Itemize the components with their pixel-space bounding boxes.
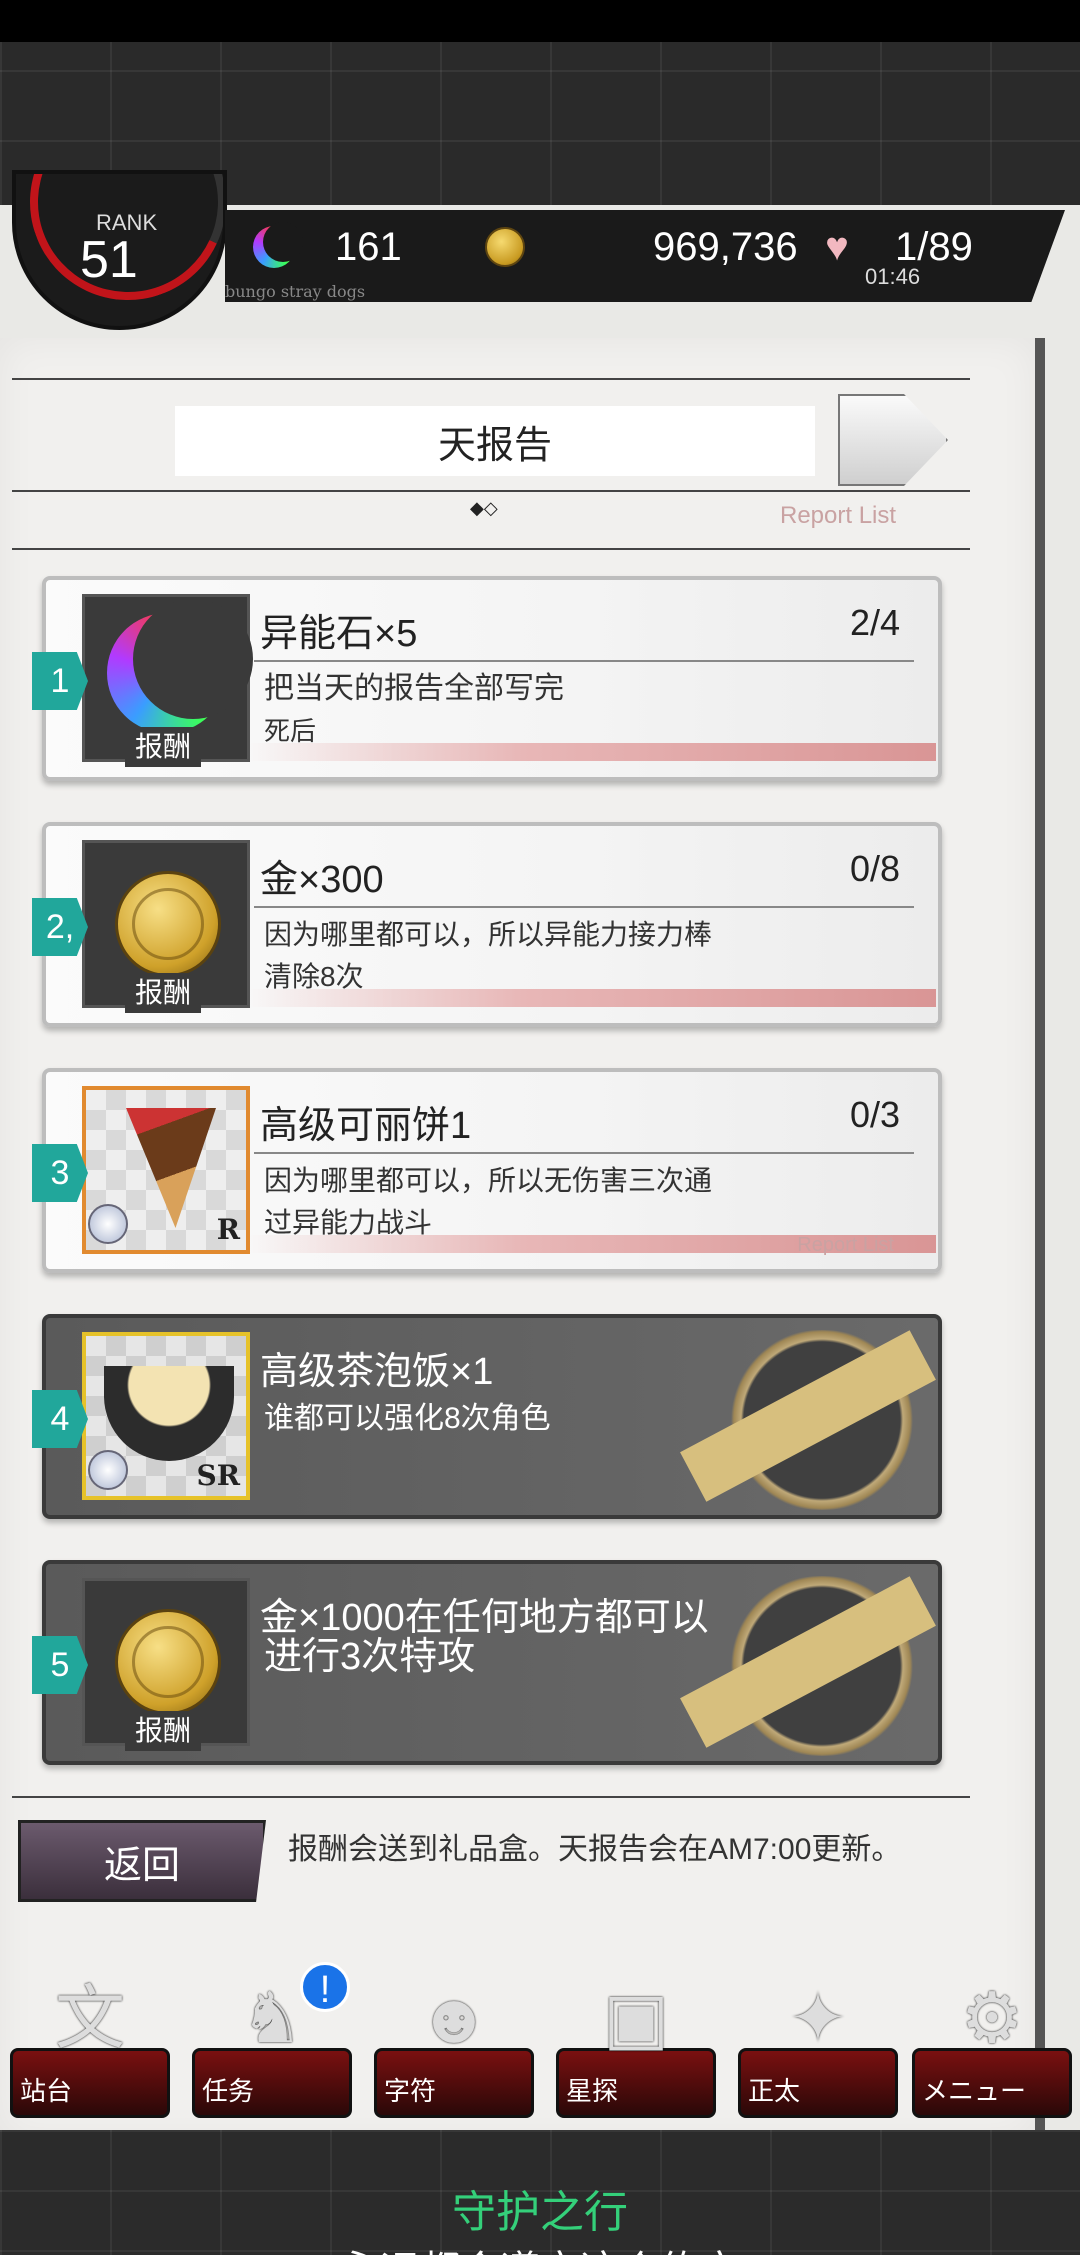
banner-line-2: 永远都会遵守这个约定 [0, 2238, 1080, 2255]
divider [12, 548, 970, 550]
station-icon: 文 [55, 1979, 125, 2057]
ability-stone-icon [253, 222, 303, 268]
rank-value: 51 [80, 231, 138, 289]
gear-icon: ⚙ [960, 1979, 1024, 2057]
nav-label: 正太 [748, 2076, 801, 2106]
mission-progress: 2/4 [849, 602, 900, 643]
gem-icon [88, 1450, 128, 1490]
rainbow-moon-icon [107, 599, 253, 733]
nav-label: 星探 [566, 2076, 619, 2106]
reward-label: 报酬 [125, 973, 201, 1013]
ability-stone-counter[interactable]: 161 [253, 222, 402, 272]
heart-icon: ♥ [825, 225, 849, 269]
mission-number: 1 [32, 652, 88, 710]
mission-desc: 因为哪里都可以，所以异能力接力棒 清除8次 [264, 914, 824, 998]
bottom-banner: 守护之行 永远都会遵守这个约定 [0, 2130, 1080, 2255]
nav-missions[interactable]: ♞ ! 任务 [192, 1962, 352, 2118]
mission-card-2[interactable]: 报酬 2, 金×300 0/8 因为哪里都可以，所以异能力接力棒 清除8次 [32, 822, 942, 1027]
nav-station[interactable]: 文 站台 [10, 1968, 170, 2118]
reward-label: 报酬 [125, 727, 201, 767]
gem-icon [88, 1204, 128, 1244]
nav-shop[interactable]: ✦ 正太 [738, 1968, 898, 2118]
stamina-timer: 01:46 [865, 264, 921, 289]
divider [254, 1152, 914, 1154]
nav-label: 字符 [384, 2076, 437, 2106]
stamina-value: 1/89 [895, 224, 973, 269]
reward-note: 报酬会送到礼品盒。天报告会在AM7:00更新。 [288, 1833, 902, 1866]
mission-title: 金×300 [260, 859, 384, 901]
mission-title: 异能石×5 [260, 613, 418, 655]
mission-number: 5 [32, 1636, 88, 1694]
divider [254, 660, 914, 662]
mission-title: 高级茶泡饭×1 [260, 1351, 494, 1393]
divider [12, 378, 970, 380]
mission-desc: 谁都可以强化8次角色 [264, 1398, 824, 1440]
gold-counter[interactable]: 969,736 [485, 222, 798, 272]
gold-value: 969,736 [653, 224, 798, 269]
next-page-arrow-icon[interactable] [838, 394, 948, 486]
rarity-label: SR [196, 1459, 241, 1492]
mission-card-1[interactable]: 报酬 1 异能石×5 2/4 把当天的报告全部写完 死后 [32, 576, 942, 781]
desc-line-1: 谁都可以强化8次角色 [264, 1402, 551, 1435]
panel-title: 天报告 [175, 406, 815, 476]
desc-line-2: 过异能力战斗 [264, 1207, 433, 1238]
gold-coin-icon [485, 227, 525, 267]
page-indicator: ◆◇ [470, 498, 498, 518]
nav-characters[interactable]: ☻ 字符 [374, 1968, 534, 2118]
mission-title: 金×1000在任何地方都可以 [260, 1597, 709, 1639]
notification-badge: ! [300, 1962, 350, 2012]
gold-coin-icon [115, 871, 221, 977]
mission-progress: 0/3 [849, 1094, 900, 1135]
mission-number: 4 [32, 1390, 88, 1448]
reward-icon-box: R [82, 1086, 250, 1254]
nav-scout[interactable]: ▣ 星探 [556, 1968, 716, 2118]
report-list-watermark: Report List [797, 1234, 894, 1256]
gold-coin-icon [115, 1609, 221, 1715]
mission-title: 高级可丽饼1 [260, 1105, 472, 1147]
game-subtitle: bungo stray dogs [225, 282, 366, 301]
rank-badge[interactable]: RANK 51 [12, 170, 227, 330]
report-list-link[interactable]: Report List [780, 502, 896, 530]
desc-line-2: 清除8次 [264, 961, 364, 992]
characters-icon: ☻ [417, 1979, 491, 2057]
reward-label: 报酬 [125, 1711, 201, 1751]
desc-line-1: 因为哪里都可以，所以无伤害三次通 [264, 1165, 713, 1196]
mission-number: 3 [32, 1144, 88, 1202]
desc-line-1: 把当天的报告全部写完 [264, 672, 564, 705]
nav-label: 站台 [20, 2076, 73, 2106]
divider [12, 1796, 970, 1798]
mission-progress: 0/8 [849, 848, 900, 889]
divider [12, 490, 970, 492]
nav-menu[interactable]: ⚙ メニュー [912, 1968, 1072, 2118]
mission-desc: 因为哪里都可以，所以无伤害三次通 过异能力战斗 [264, 1160, 824, 1244]
crepe-icon [126, 1108, 216, 1228]
banner-line-1: 守护之行 [452, 2188, 628, 2237]
back-button[interactable]: 返回 [18, 1820, 266, 1902]
reward-icon-box: 报酬 [82, 594, 253, 767]
reward-icon-box: SR [82, 1332, 250, 1500]
mission-desc: 进行3次特攻 [264, 1636, 884, 1678]
book-icon: ▣ [602, 1979, 670, 2057]
reward-icon-box: 报酬 [82, 840, 250, 1013]
divider [254, 906, 914, 908]
ochazuke-bowl-icon [104, 1366, 234, 1461]
mission-number: 2, [32, 898, 88, 956]
desc-line-1: 因为哪里都可以，所以异能力接力棒 [264, 919, 713, 950]
bottom-nav: 文 站台 ♞ ! 任务 ☻ 字符 ▣ 星探 ✦ 正太 ⚙ メニュー [0, 1962, 1080, 2128]
status-bar [0, 0, 1080, 42]
nav-label: 任务 [202, 2076, 255, 2106]
mission-desc: 把当天的报告全部写完 死后 [264, 668, 824, 752]
mission-card-5[interactable]: 报酬 5 金×1000在任何地方都可以 进行3次特攻 [32, 1560, 942, 1765]
desc-line-2: 死后 [264, 716, 317, 746]
reward-icon-box: 报酬 [82, 1578, 250, 1751]
rarity-label: R [216, 1213, 240, 1246]
mission-card-4[interactable]: SR 4 高级茶泡饭×1 谁都可以强化8次角色 [32, 1314, 942, 1519]
stones-value: 161 [335, 224, 402, 269]
mission-card-3[interactable]: R 3 高级可丽饼1 0/3 因为哪里都可以，所以无伤害三次通 过异能力战斗 R… [32, 1068, 942, 1273]
desc-line-1: 进行3次特攻 [264, 1636, 476, 1678]
shop-cart-icon: ✦ [788, 1979, 848, 2057]
nav-label: メニュー [922, 2076, 1027, 2106]
